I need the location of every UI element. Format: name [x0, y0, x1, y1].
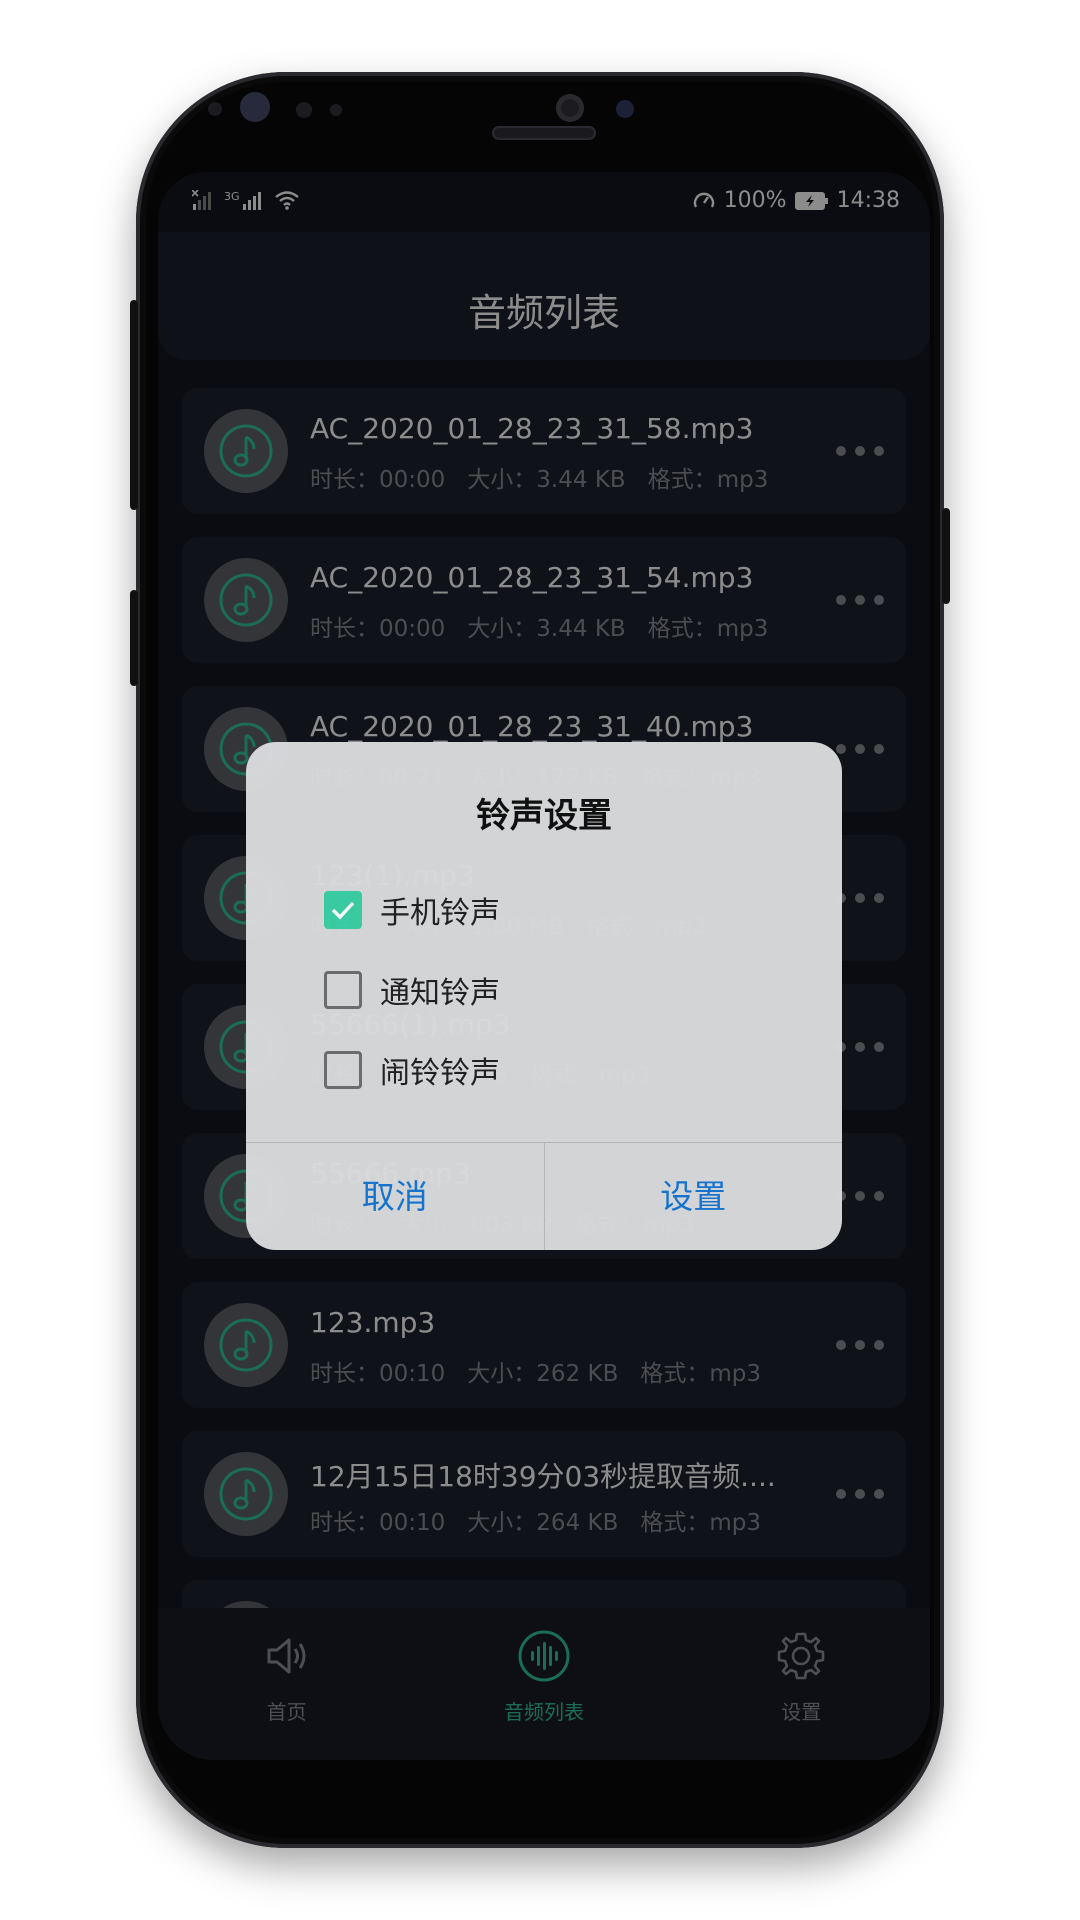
earpiece-speaker — [492, 126, 596, 140]
set-button[interactable]: 设置 — [543, 1143, 843, 1250]
proximity-sensor — [208, 102, 222, 116]
cancel-button[interactable]: 取消 — [246, 1143, 544, 1250]
power-button — [942, 508, 950, 604]
volume-button — [130, 300, 138, 510]
iris-scanner — [240, 92, 270, 122]
checkmark-icon — [331, 901, 355, 920]
dialog-title: 铃声设置 — [476, 796, 612, 836]
checkbox-phone-ringtone[interactable] — [324, 891, 362, 929]
light-sensor-2 — [330, 104, 342, 116]
option-notification-ringtone[interactable]: 通知铃声 — [324, 968, 500, 1012]
ringtone-settings-dialog: 铃声设置 手机铃声 通知铃声 闹铃铃声 取消 设置 — [246, 742, 842, 1250]
bixby-button — [130, 590, 138, 686]
option-phone-ringtone[interactable]: 手机铃声 — [324, 888, 500, 932]
option-alarm-ringtone[interactable]: 闹铃铃声 — [324, 1048, 500, 1092]
option-label: 手机铃声 — [380, 896, 500, 931]
checkbox-notification-ringtone[interactable] — [324, 971, 362, 1009]
checkbox-alarm-ringtone[interactable] — [324, 1051, 362, 1089]
option-label: 通知铃声 — [380, 976, 500, 1011]
iris-camera — [616, 100, 634, 118]
dialog-button-row: 取消 设置 — [246, 1142, 842, 1250]
light-sensor — [296, 102, 312, 118]
option-label: 闹铃铃声 — [380, 1056, 500, 1091]
front-camera — [556, 94, 584, 122]
